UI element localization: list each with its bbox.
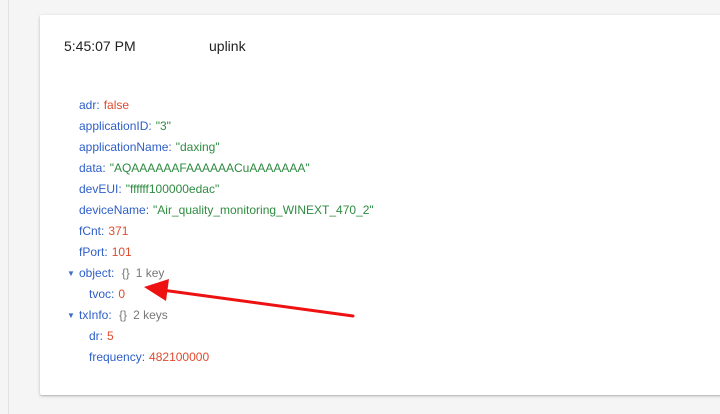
tree-row-applicationName: applicationName: "daxing" xyxy=(79,140,220,154)
node-key: object xyxy=(79,266,112,280)
tree-row-deviceName: deviceName: "Air_quality_monitoring_WINEX… xyxy=(79,203,374,217)
field-value: 101 xyxy=(111,245,132,259)
field-key: fCnt xyxy=(79,224,102,238)
tree-row-adr: adr: false xyxy=(79,98,130,112)
field-key: devEUI xyxy=(79,182,119,196)
tree-row-fCnt: fCnt: 371 xyxy=(79,224,129,238)
field-key: frequency xyxy=(89,350,142,364)
tree-row-fPort: fPort: 101 xyxy=(79,245,132,259)
field-value: 482100000 xyxy=(149,350,210,364)
node-key-count: 1 key xyxy=(135,266,165,280)
triangle-down-icon[interactable]: ▼ xyxy=(67,305,75,326)
field-value: 5 xyxy=(107,329,114,343)
uplink-event-card: 5:45:07 PM uplink adr: false applicationI… xyxy=(40,15,720,395)
field-key: applicationName xyxy=(79,140,169,154)
field-key: tvoc xyxy=(89,287,112,301)
tree-row-tvoc: tvoc: 0 xyxy=(89,287,126,301)
tree-node-txInfo[interactable]: ▼ txInfo: {} 2 keys xyxy=(64,305,374,326)
field-value: "Air_quality_monitoring_WINEXT_470_2" xyxy=(153,203,374,217)
field-key: adr xyxy=(79,98,97,112)
tree-row-devEUI: devEUI: "ffffff100000edac" xyxy=(79,182,220,196)
field-value: 0 xyxy=(118,287,126,301)
node-brace: {} xyxy=(119,308,128,322)
event-type: uplink xyxy=(209,38,246,54)
field-value: false xyxy=(103,98,130,112)
field-value: "daxing" xyxy=(175,140,220,154)
left-divider xyxy=(8,0,9,414)
tree-row-dr: dr: 5 xyxy=(89,329,114,343)
field-key: dr xyxy=(89,329,100,343)
field-value: "AQAAAAAAFAAAAAACuAAAAAAA" xyxy=(109,161,310,175)
field-key: applicationID xyxy=(79,119,149,133)
tree-row-applicationID: applicationID: "3" xyxy=(79,119,171,133)
page: 5:45:07 PM uplink adr: false applicationI… xyxy=(0,0,720,414)
event-time: 5:45:07 PM xyxy=(64,38,136,54)
field-value: "ffffff100000edac" xyxy=(125,182,220,196)
tree-row-data: data: "AQAAAAAAFAAAAAACuAAAAAAA" xyxy=(79,161,310,175)
tree-node-object[interactable]: ▼ object: {} 1 key xyxy=(64,263,374,284)
tree-row-frequency: frequency: 482100000 xyxy=(89,350,210,364)
node-brace: {} xyxy=(121,266,130,280)
field-key: deviceName xyxy=(79,203,146,217)
field-value: 371 xyxy=(108,224,129,238)
field-key: data xyxy=(79,161,103,175)
triangle-down-icon[interactable]: ▼ xyxy=(67,263,75,284)
field-value: "3" xyxy=(155,119,171,133)
event-header[interactable]: 5:45:07 PM uplink xyxy=(64,38,246,54)
field-key: fPort xyxy=(79,245,105,259)
json-tree: adr: false applicationID: "3" applicationN… xyxy=(64,95,374,368)
node-key: txInfo xyxy=(79,308,109,322)
node-key-count: 2 keys xyxy=(133,308,168,322)
